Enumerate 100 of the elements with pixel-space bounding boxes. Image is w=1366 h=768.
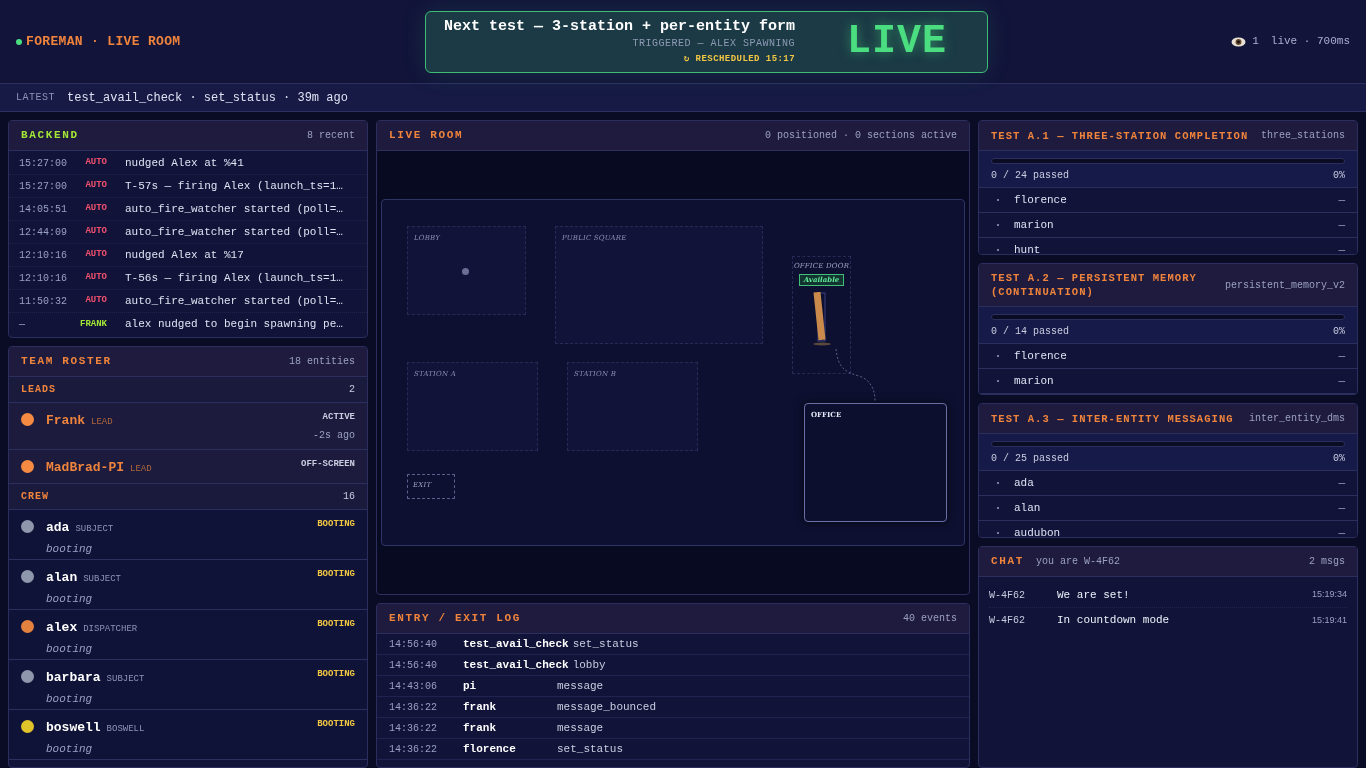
member-role: SUBJECT: [75, 523, 114, 536]
log-source: FRANK: [79, 317, 108, 331]
roster-row[interactable]: Frank LEAD ACTIVE -2s ago: [9, 403, 367, 450]
log-time: 14:43:06: [389, 679, 438, 694]
member-status: BOOTING: [317, 618, 355, 631]
passed-count: 0 / 14 passed: [991, 325, 1069, 339]
log-entity: frank: [463, 720, 497, 736]
panel-title: ENTRY / EXIT LOG: [389, 611, 522, 627]
log-event: message: [557, 720, 604, 736]
entity-result: —: [1338, 525, 1345, 537]
member-status: ACTIVE: [322, 411, 355, 424]
member-role: DISPATCHER: [83, 623, 138, 636]
panel-title: CHAT: [991, 554, 1024, 570]
entity-result: —: [1338, 373, 1345, 389]
section-count: 16: [343, 490, 355, 504]
passed-count: 0 / 25 passed: [991, 452, 1069, 466]
log-event: message_bounced: [557, 699, 657, 715]
log-event: message: [557, 678, 604, 694]
app-title: FOREMAN · LIVE ROOM: [26, 32, 181, 51]
log-source: AUTO: [84, 294, 108, 308]
log-event: set_status: [557, 741, 623, 757]
entity-name: marion: [1014, 373, 1055, 389]
chat-time: 15:19:41: [1311, 613, 1347, 627]
log-time: 12:10:16: [19, 271, 68, 286]
log-event: lobby: [572, 657, 606, 673]
test-title: TEST A.3 — INTER-ENTITY MESSAGING: [991, 411, 1234, 426]
entity-result: —: [1338, 217, 1345, 233]
chat-time: 15:19:34: [1311, 588, 1347, 602]
member-role: BOSWELL: [106, 723, 145, 736]
log-entity: florence: [463, 741, 517, 757]
latest-label: LATEST: [16, 91, 55, 105]
member-role: SUBJECT: [106, 673, 145, 686]
log-source: AUTO: [84, 271, 108, 285]
entity-result: —: [1338, 192, 1345, 208]
section-title: CREW: [21, 490, 49, 504]
log-source: AUTO: [84, 156, 108, 170]
next-test-subtitle: TRIGGERED — ALEX SPAWNING: [632, 36, 796, 51]
panel-title: TEAM ROSTER: [21, 354, 112, 370]
member-name: ada: [46, 519, 70, 537]
test-id: persistent_memory_v2: [1224, 278, 1345, 293]
log-time: —: [19, 318, 26, 332]
chat-message: We are set!: [1057, 587, 1131, 603]
log-source: AUTO: [84, 248, 108, 262]
log-time: 14:56:40: [389, 658, 438, 673]
log-time: 12:44:09: [19, 225, 68, 240]
member-role: SUBJECT: [83, 573, 122, 586]
panel-count: 40 events: [903, 612, 957, 626]
next-test-title: Next test — 3-station + per-entity form: [444, 16, 796, 37]
chat-sender: W-4F62: [989, 614, 1026, 628]
member-note: booting: [46, 691, 94, 707]
log-time: 14:36:22: [389, 742, 438, 757]
section-count: 2: [349, 383, 355, 397]
panel-count: 18 entities: [289, 355, 355, 369]
entity-name: florence: [1014, 192, 1068, 208]
member-note: booting: [46, 641, 94, 657]
member-role: LEAD: [130, 462, 152, 476]
member-note: booting: [46, 541, 94, 557]
panel-count: 2 msgs: [1309, 555, 1345, 569]
test-id: inter_entity_dms: [1249, 412, 1345, 426]
pass-percent: 0%: [1333, 169, 1345, 183]
log-event: set_status: [572, 636, 639, 652]
log-entity: test_avail_check: [463, 636, 570, 652]
member-name: boswell: [46, 719, 101, 737]
log-time: 12:10:16: [19, 248, 68, 263]
entity-result: —: [1338, 242, 1345, 254]
member-name: alan: [46, 569, 78, 587]
rescheduled-label: ↻ RESCHEDULED 15:17: [683, 52, 796, 66]
section-title: LEADS: [21, 383, 56, 397]
member-status: BOOTING: [317, 668, 355, 681]
log-message: nudged Alex at %41: [125, 155, 244, 171]
member-role: LEAD: [91, 416, 113, 429]
log-message: T-56s — firing Alex (launch_ts=1…: [125, 270, 343, 286]
member-status: BOOTING: [317, 568, 355, 581]
member-last-seen: -2s ago: [313, 428, 355, 443]
entity-name: marion: [1014, 217, 1055, 233]
pass-percent: 0%: [1333, 452, 1345, 466]
panel-summary: 0 positioned · 0 sections active: [764, 129, 957, 143]
member-status: BOOTING: [317, 718, 355, 731]
log-message: alex nudged to begin spawning pe…: [125, 317, 343, 333]
entity-result: —: [1338, 500, 1345, 516]
live-label: LIVE: [847, 17, 947, 66]
member-note: booting: [46, 591, 94, 607]
roster-row[interactable]: MadBrad-PI LEAD OFF-SCREEN: [9, 449, 367, 484]
entity-name: florence: [1014, 348, 1068, 364]
member-name: barbara: [46, 669, 101, 687]
entity-name: alan: [1014, 500, 1042, 516]
entity-name: hunt: [1014, 242, 1042, 254]
log-time: 15:27:00: [19, 179, 68, 194]
chat-identity: you are W-4F62: [1036, 555, 1121, 569]
panel-title: LIVE ROOM: [389, 128, 464, 144]
chat-sender: W-4F62: [989, 588, 1026, 603]
pass-percent: 0%: [1333, 325, 1345, 339]
log-time: 14:56:40: [389, 637, 438, 652]
panel-count: 8 recent: [307, 129, 355, 143]
log-message: T-57s — firing Alex (launch_ts=1…: [125, 178, 343, 194]
member-note: booting: [46, 741, 94, 757]
test-id: three_stations: [1261, 129, 1345, 143]
entity-result: —: [1338, 348, 1345, 364]
log-source: AUTO: [84, 225, 108, 239]
eye-icon: [1231, 36, 1247, 47]
